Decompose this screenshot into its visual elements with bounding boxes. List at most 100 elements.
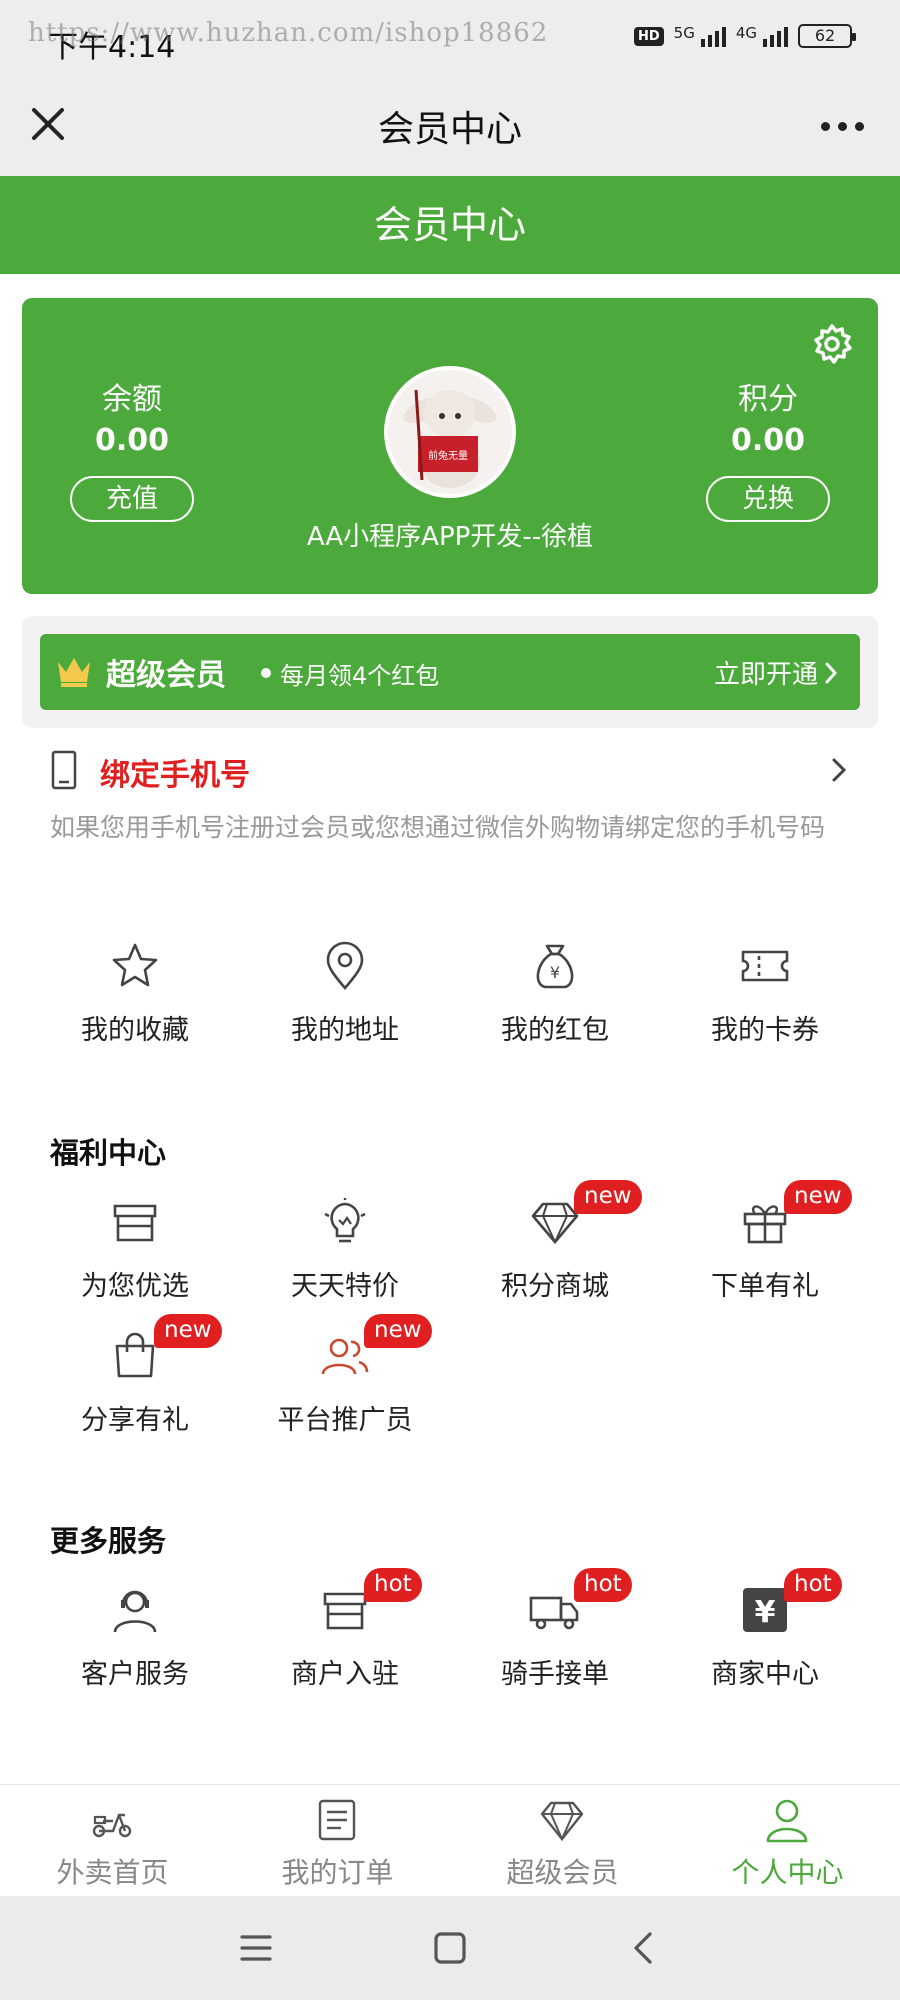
new-badge: new <box>364 1314 432 1348</box>
signal-icon-2 <box>763 25 788 47</box>
service-item-merchant-center[interactable]: ¥ hot 商家中心 <box>660 1568 870 1718</box>
welfare-item-label: 平台推广员 <box>277 1405 413 1436</box>
welfare-grid: 为您优选 天天特价 new 积分商城 new 下单有礼 new 分享有礼 new… <box>30 1180 870 1464</box>
network-5g-label: 5G <box>673 24 695 42</box>
balance-label: 余额 <box>102 382 162 417</box>
page-title: 会员中心 <box>377 109 522 150</box>
network-4g-label: 4G <box>735 24 757 42</box>
quick-link-coupons[interactable]: 我的卡券 <box>660 940 870 1074</box>
super-member-banner[interactable]: 超级会员 每月领4个红包 立即开通 <box>40 634 860 710</box>
bind-phone-description: 如果您用手机号注册过会员或您想通过微信外购物请绑定您的手机号码 <box>50 813 826 842</box>
member-center-header: 会员中心 <box>0 176 900 274</box>
tab-my-orders[interactable]: 我的订单 <box>225 1785 450 1896</box>
quick-link-label: 我的地址 <box>291 1015 399 1046</box>
watermark-text: https://www.huzhan.com/ishop18862 <box>28 18 549 48</box>
money-bag-icon: ¥ <box>536 944 574 989</box>
crown-icon <box>56 654 92 688</box>
location-icon <box>326 941 364 990</box>
chevron-right-icon <box>828 754 850 786</box>
service-item-rider-orders[interactable]: hot 骑手接单 <box>450 1568 660 1718</box>
tab-label: 个人中心 <box>731 1856 844 1889</box>
welfare-item-label: 积分商城 <box>501 1271 609 1302</box>
bottom-tab-bar: 外卖首页 我的订单 超级会员 个人中心 <box>0 1784 900 1896</box>
welfare-item-points-mall[interactable]: new 积分商城 <box>450 1180 660 1330</box>
status-indicators: HD 5G 4G 62 <box>633 24 856 48</box>
points-section: 积分 0.00 兑换 <box>703 380 833 522</box>
battery-icon: 62 <box>798 24 856 48</box>
tab-label: 我的订单 <box>281 1856 394 1889</box>
welfare-item-promoter[interactable]: new 平台推广员 <box>240 1314 450 1464</box>
tab-super-member[interactable]: 超级会员 <box>450 1785 675 1896</box>
separator-dot <box>261 668 271 678</box>
back-icon[interactable] <box>618 1922 670 1974</box>
home-icon[interactable] <box>424 1922 476 1974</box>
person-icon <box>766 1799 808 1843</box>
welfare-item-label: 下单有礼 <box>711 1271 819 1302</box>
welfare-item-preferred[interactable]: 为您优选 <box>30 1196 240 1330</box>
welfare-item-order-gift[interactable]: new 下单有礼 <box>660 1180 870 1330</box>
new-badge: new <box>574 1180 642 1214</box>
open-now-link[interactable]: 立即开通 <box>714 654 838 691</box>
avatar-sign-text: 前兔无量 <box>428 449 468 462</box>
welfare-item-label: 为您优选 <box>81 1271 189 1302</box>
points-value: 0.00 <box>730 423 806 458</box>
quick-link-favorites[interactable]: 我的收藏 <box>30 940 240 1074</box>
system-nav-bar <box>0 1896 900 2000</box>
coupon-icon <box>741 950 789 982</box>
open-now-label: 立即开通 <box>713 660 818 690</box>
quick-link-label: 我的红包 <box>501 1015 609 1046</box>
quick-link-address[interactable]: 我的地址 <box>240 940 450 1074</box>
svg-text:¥: ¥ <box>550 963 560 982</box>
hd-badge: HD <box>633 26 664 46</box>
balance-value: 0.00 <box>94 423 170 458</box>
hot-badge: hot <box>574 1568 632 1602</box>
super-member-subtitle: 每月领4个红包 <box>280 662 440 690</box>
tab-personal-center[interactable]: 个人中心 <box>675 1785 900 1896</box>
customer-service-icon <box>113 1590 157 1633</box>
tab-label: 外卖首页 <box>56 1856 169 1889</box>
quick-link-label: 我的收藏 <box>81 1015 189 1046</box>
more-services-section-title: 更多服务 <box>50 1524 167 1558</box>
order-list-icon <box>318 1799 356 1841</box>
avatar[interactable]: 前兔无量 <box>384 366 516 498</box>
bind-phone-row[interactable]: 绑定手机号 <box>50 744 850 800</box>
points-label: 积分 <box>738 382 798 417</box>
new-badge: new <box>154 1314 222 1348</box>
nickname: AA小程序APP开发--徐植 <box>306 522 594 552</box>
member-card: 余额 0.00 充值 前兔无量 积分 0.00 兑换 AA小程序APP开发--徐… <box>22 298 878 594</box>
hot-badge: hot <box>784 1568 842 1602</box>
super-member-section: 超级会员 每月领4个红包 立即开通 <box>22 616 878 728</box>
svg-text:¥: ¥ <box>755 1595 776 1630</box>
tab-takeout-home[interactable]: 外卖首页 <box>0 1785 225 1896</box>
hot-badge: hot <box>364 1568 422 1602</box>
service-item-customer-service[interactable]: 客户服务 <box>30 1584 240 1718</box>
star-icon <box>112 943 158 987</box>
service-item-label: 骑手接单 <box>501 1659 609 1690</box>
balance-section: 余额 0.00 充值 <box>67 380 197 522</box>
bind-phone-title: 绑定手机号 <box>100 758 250 793</box>
more-icon[interactable] <box>814 106 870 146</box>
store-icon <box>113 1204 157 1242</box>
quick-links-grid: 我的收藏 我的地址 ¥ 我的红包 我的卡券 <box>30 940 870 1074</box>
welfare-item-label: 天天特价 <box>291 1271 399 1302</box>
welfare-item-daily-deals[interactable]: 天天特价 <box>240 1196 450 1330</box>
signal-icon <box>700 25 726 47</box>
scooter-icon <box>92 1813 132 1838</box>
menu-icon[interactable] <box>230 1922 282 1974</box>
settings-gear-icon[interactable] <box>810 322 854 366</box>
quick-link-label: 我的卡券 <box>711 1015 819 1046</box>
status-bar: 下午4:14 https://www.huzhan.com/ishop18862… <box>0 0 900 76</box>
quick-link-red-packets[interactable]: ¥ 我的红包 <box>450 940 660 1074</box>
service-item-label: 客户服务 <box>81 1659 189 1690</box>
tab-label: 超级会员 <box>506 1856 619 1889</box>
service-item-label: 商户入驻 <box>291 1659 399 1690</box>
chevron-right-icon <box>825 662 838 683</box>
welfare-item-label: 分享有礼 <box>81 1405 189 1436</box>
service-item-merchant-join[interactable]: hot 商户入驻 <box>240 1568 450 1718</box>
lightbulb-icon <box>324 1198 366 1243</box>
service-item-label: 商家中心 <box>711 1659 819 1690</box>
title-bar: 会员中心 <box>0 76 900 176</box>
welfare-section-title: 福利中心 <box>50 1136 167 1170</box>
phone-icon <box>50 750 78 790</box>
welfare-item-share-gift[interactable]: new 分享有礼 <box>30 1314 240 1464</box>
